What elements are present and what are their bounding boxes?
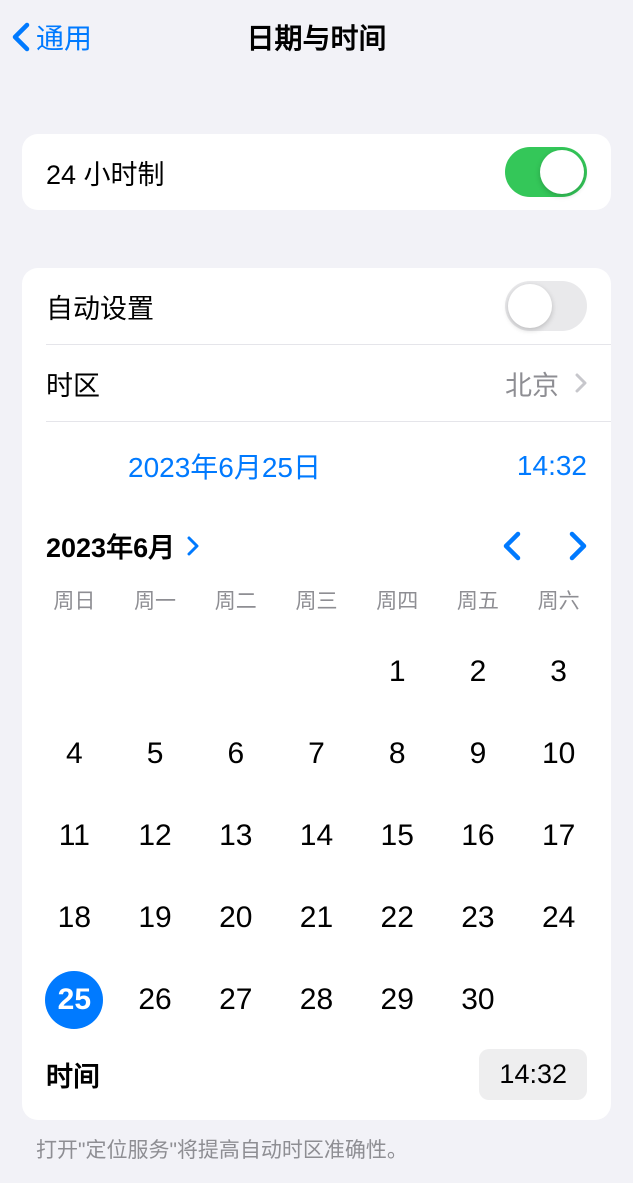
day-cell[interactable]: 25 xyxy=(34,971,115,1029)
day-cell[interactable]: 21 xyxy=(276,889,357,947)
day-cell[interactable]: 19 xyxy=(115,889,196,947)
row-auto-set: 自动设置 xyxy=(22,268,611,344)
next-month-button[interactable] xyxy=(569,531,587,561)
day-cell[interactable]: 24 xyxy=(518,889,599,947)
day-cell[interactable]: 9 xyxy=(438,725,519,783)
month-title-button[interactable]: 2023年6月 xyxy=(46,526,199,565)
day-cell[interactable]: 6 xyxy=(195,725,276,783)
label-auto-set: 自动设置 xyxy=(46,287,154,326)
label-24h-format: 24 小时制 xyxy=(46,153,165,192)
day-cell[interactable]: 3 xyxy=(518,643,599,701)
day-cell[interactable]: 14 xyxy=(276,807,357,865)
date-display-button[interactable]: 2023年6月25日 xyxy=(128,446,321,486)
day-cell-empty xyxy=(276,643,357,701)
day-cell[interactable]: 15 xyxy=(357,807,438,865)
weekday-label: 周五 xyxy=(438,585,519,615)
weekday-label: 周六 xyxy=(518,585,599,615)
day-cell[interactable]: 18 xyxy=(34,889,115,947)
day-cell[interactable]: 28 xyxy=(276,971,357,1029)
footer-note: 打开"定位服务"将提高自动时区准确性。 xyxy=(0,1120,633,1164)
day-cell[interactable]: 20 xyxy=(195,889,276,947)
day-cell[interactable]: 1 xyxy=(357,643,438,701)
page-title: 日期与时间 xyxy=(246,17,386,57)
switch-knob xyxy=(540,150,584,194)
time-display-button[interactable]: 14:32 xyxy=(517,450,587,482)
time-picker-button[interactable]: 14:32 xyxy=(479,1049,587,1100)
value-timezone: 北京 xyxy=(505,364,559,403)
day-cell[interactable]: 17 xyxy=(518,807,599,865)
weekday-label: 周一 xyxy=(115,585,196,615)
day-cell[interactable]: 30 xyxy=(438,971,519,1029)
day-cell[interactable]: 13 xyxy=(195,807,276,865)
weekday-label: 周二 xyxy=(195,585,276,615)
weekday-label: 周日 xyxy=(34,585,115,615)
day-cell[interactable]: 12 xyxy=(115,807,196,865)
day-cell[interactable]: 2 xyxy=(438,643,519,701)
weekday-label: 周三 xyxy=(276,585,357,615)
nav-back-label: 通用 xyxy=(36,17,92,57)
label-time: 时间 xyxy=(46,1055,100,1094)
row-24h-format: 24 小时制 xyxy=(22,134,611,210)
day-cell[interactable]: 7 xyxy=(276,725,357,783)
switch-auto-set[interactable] xyxy=(505,281,587,331)
day-cell[interactable]: 5 xyxy=(115,725,196,783)
day-cell[interactable]: 16 xyxy=(438,807,519,865)
row-timezone[interactable]: 时区 北京 xyxy=(22,345,611,421)
nav-back-button[interactable]: 通用 xyxy=(12,17,92,57)
day-cell-empty xyxy=(115,643,196,701)
day-cell[interactable]: 29 xyxy=(357,971,438,1029)
switch-24h-format[interactable] xyxy=(505,147,587,197)
chevron-right-icon xyxy=(575,373,587,393)
day-cell[interactable]: 27 xyxy=(195,971,276,1029)
day-cell[interactable]: 22 xyxy=(357,889,438,947)
day-cell[interactable]: 4 xyxy=(34,725,115,783)
day-cell[interactable]: 11 xyxy=(34,807,115,865)
day-cell-empty xyxy=(195,643,276,701)
month-title-label: 2023年6月 xyxy=(46,526,175,565)
day-cell[interactable]: 23 xyxy=(438,889,519,947)
label-timezone: 时区 xyxy=(46,364,100,403)
day-cell-empty xyxy=(34,643,115,701)
weekday-label: 周四 xyxy=(357,585,438,615)
chevron-left-icon xyxy=(12,22,30,52)
chevron-right-icon xyxy=(187,536,199,556)
day-cell[interactable]: 8 xyxy=(357,725,438,783)
prev-month-button[interactable] xyxy=(503,531,521,561)
switch-knob xyxy=(508,284,552,328)
day-cell[interactable]: 10 xyxy=(518,725,599,783)
day-cell[interactable]: 26 xyxy=(115,971,196,1029)
